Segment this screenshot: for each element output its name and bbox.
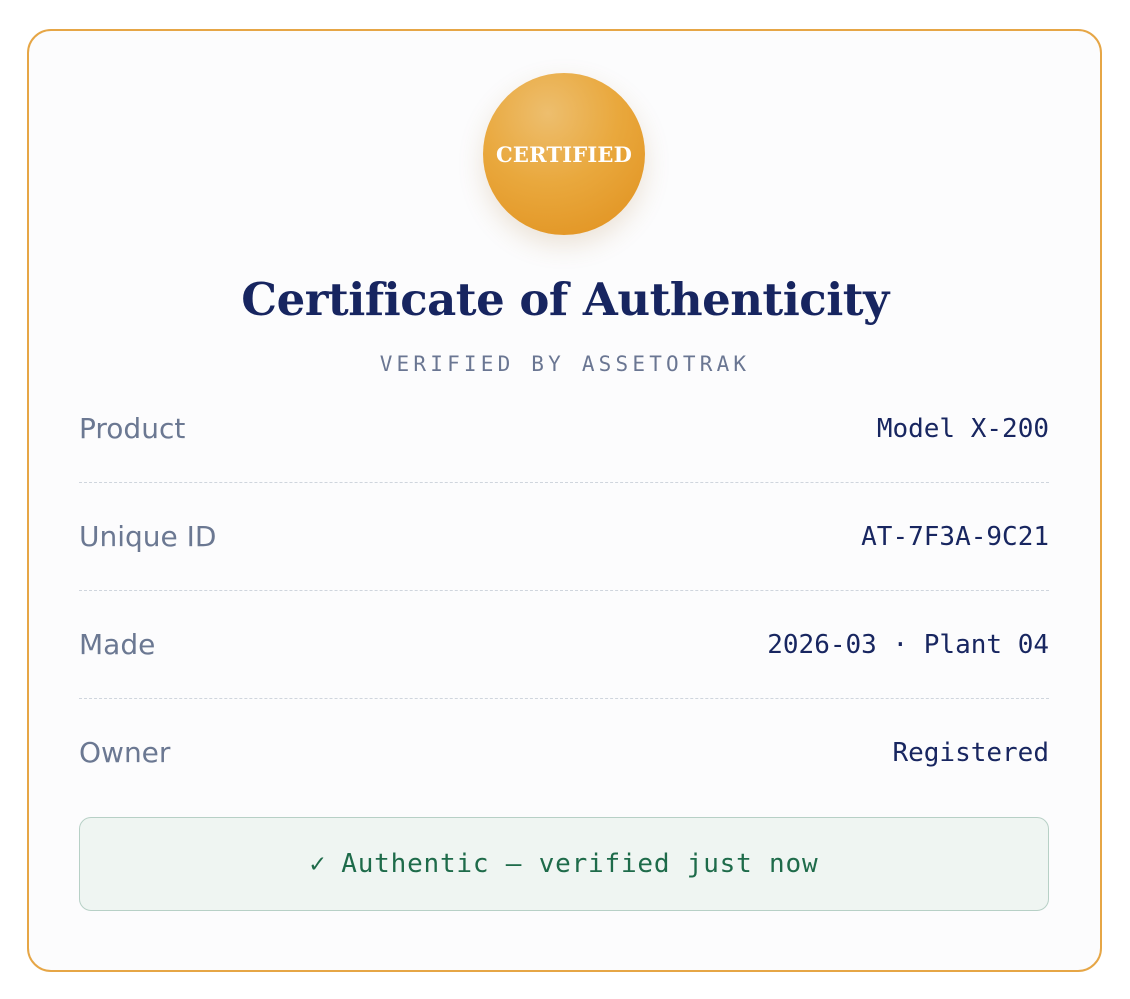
detail-label: Unique ID	[79, 520, 217, 553]
certified-seal: CERTIFIED	[483, 73, 645, 235]
verified-by-subtitle: VERIFIED BY ASSETOTRAK	[379, 352, 751, 376]
detail-label: Owner	[79, 736, 171, 769]
authentic-status-banner: ✓ Authentic — verified just now	[79, 817, 1049, 911]
detail-row-product: Product Model X-200	[79, 375, 1049, 483]
detail-label: Made	[79, 628, 156, 661]
detail-value: AT-7F3A-9C21	[861, 522, 1049, 552]
detail-value: Registered	[892, 738, 1049, 768]
page-background: CERTIFIED Certificate of Authenticity VE…	[0, 0, 1130, 999]
detail-label: Product	[79, 412, 186, 445]
check-icon: ✓	[309, 849, 326, 879]
status-text: Authentic — verified just now	[341, 849, 819, 879]
certificate-title: Certificate of Authenticity	[241, 273, 889, 326]
detail-row-owner: Owner Registered	[79, 699, 1049, 807]
detail-row-made: Made 2026-03 · Plant 04	[79, 591, 1049, 699]
detail-value: Model X-200	[876, 414, 1049, 444]
detail-value: 2026-03 · Plant 04	[767, 630, 1049, 660]
seal-label: CERTIFIED	[495, 141, 632, 167]
details-list: Product Model X-200 Unique ID AT-7F3A-9C…	[79, 375, 1049, 807]
detail-row-unique-id: Unique ID AT-7F3A-9C21	[79, 483, 1049, 591]
